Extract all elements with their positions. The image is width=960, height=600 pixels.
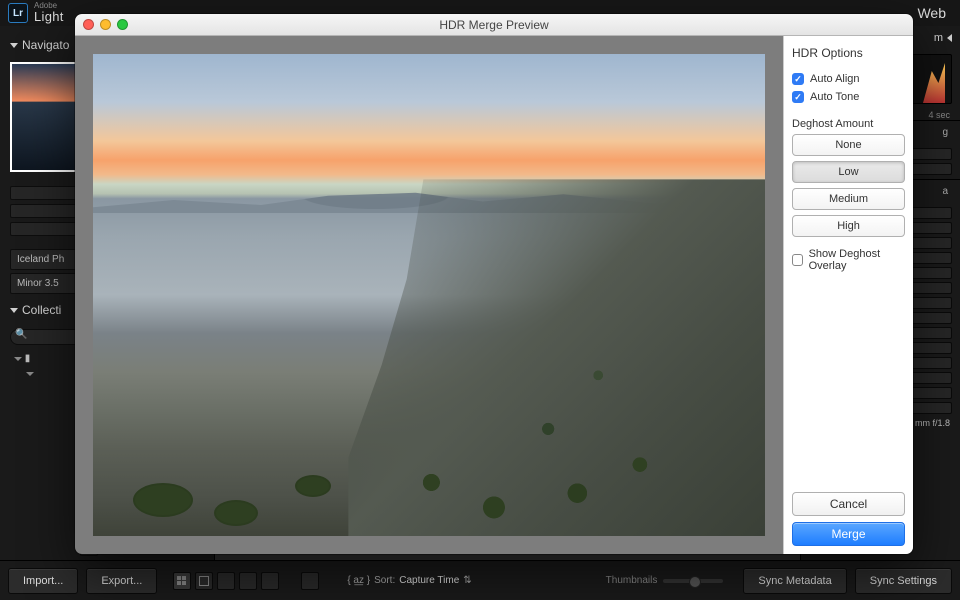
loupe-view-icon[interactable] [195, 572, 213, 590]
grid-view-icon[interactable] [173, 572, 191, 590]
window-traffic-lights [83, 19, 128, 30]
dialog-title: HDR Merge Preview [439, 18, 548, 32]
thumbnails-label: Thumbnails [606, 575, 658, 586]
zoom-icon[interactable] [117, 19, 128, 30]
chevron-down-icon [10, 43, 18, 48]
compare-view-icon[interactable] [217, 572, 235, 590]
sort-value: Capture Time [399, 575, 459, 586]
auto-align-checkbox[interactable]: Auto Align [792, 73, 905, 85]
vegetation-shape [133, 483, 193, 517]
hdr-options-panel: HDR Options Auto Align Auto Tone Deghost… [783, 36, 913, 554]
deghost-amount-label: Deghost Amount [792, 118, 905, 130]
checkbox-unchecked-icon [792, 254, 803, 266]
checkbox-checked-icon [792, 91, 804, 103]
dialog-titlebar[interactable]: HDR Merge Preview [75, 14, 913, 36]
chevron-updown-icon: ⇅ [463, 575, 471, 586]
minimize-icon[interactable] [100, 19, 111, 30]
sort-prefix: Sort: [374, 575, 395, 586]
merge-button[interactable]: Merge [792, 522, 905, 546]
deghost-low-button[interactable]: Low [792, 161, 905, 183]
vegetation-shape [214, 500, 258, 526]
import-button[interactable]: Import... [8, 568, 78, 594]
hdr-preview-image [93, 54, 765, 536]
show-deghost-overlay-checkbox[interactable]: Show Deghost Overlay [792, 248, 905, 272]
cancel-button[interactable]: Cancel [792, 492, 905, 516]
dialog-action-buttons: Cancel Merge [792, 492, 905, 546]
dialog-body: HDR Options Auto Align Auto Tone Deghost… [75, 36, 913, 554]
deghost-none-button[interactable]: None [792, 134, 905, 156]
auto-tone-label: Auto Tone [810, 91, 859, 103]
brand-large: Light [34, 9, 64, 24]
app-brand: Adobe Light [34, 2, 64, 24]
navigator-title: Navigato [22, 38, 69, 52]
export-button[interactable]: Export... [86, 568, 157, 594]
sync-settings-button[interactable]: Sync Settings [855, 568, 952, 594]
collections-title: Collecti [22, 303, 61, 317]
thumbnail-size-slider[interactable]: Thumbnails [606, 575, 724, 586]
histogram-title: m [934, 32, 943, 44]
slider-track[interactable] [663, 579, 723, 583]
bottom-toolbar: Import... Export... { a͟z } Sort: Captur… [0, 560, 960, 600]
survey-view-icon[interactable] [239, 572, 257, 590]
sort-icon: { a͟z } [347, 575, 370, 586]
hdr-options-title: HDR Options [792, 46, 905, 60]
auto-align-label: Auto Align [810, 73, 860, 85]
chevron-left-icon [947, 34, 952, 42]
close-icon[interactable] [83, 19, 94, 30]
vegetation-shape [295, 475, 331, 497]
hdr-preview-area [75, 36, 783, 554]
sync-metadata-button[interactable]: Sync Metadata [743, 568, 846, 594]
deghost-high-button[interactable]: High [792, 215, 905, 237]
auto-tone-checkbox[interactable]: Auto Tone [792, 91, 905, 103]
deghost-medium-button[interactable]: Medium [792, 188, 905, 210]
sort-control[interactable]: { a͟z } Sort: Capture Time ⇅ [347, 575, 471, 586]
painter-icon[interactable] [301, 572, 319, 590]
checkbox-checked-icon [792, 73, 804, 85]
hdr-merge-dialog: HDR Merge Preview HDR Options Auto Align… [75, 14, 913, 554]
view-mode-icons [173, 572, 279, 590]
people-view-icon[interactable] [261, 572, 279, 590]
chevron-down-icon [10, 308, 18, 313]
show-deghost-overlay-label: Show Deghost Overlay [809, 248, 905, 272]
module-picker-web[interactable]: Web [917, 5, 952, 21]
app-logo: Lr [8, 3, 28, 23]
